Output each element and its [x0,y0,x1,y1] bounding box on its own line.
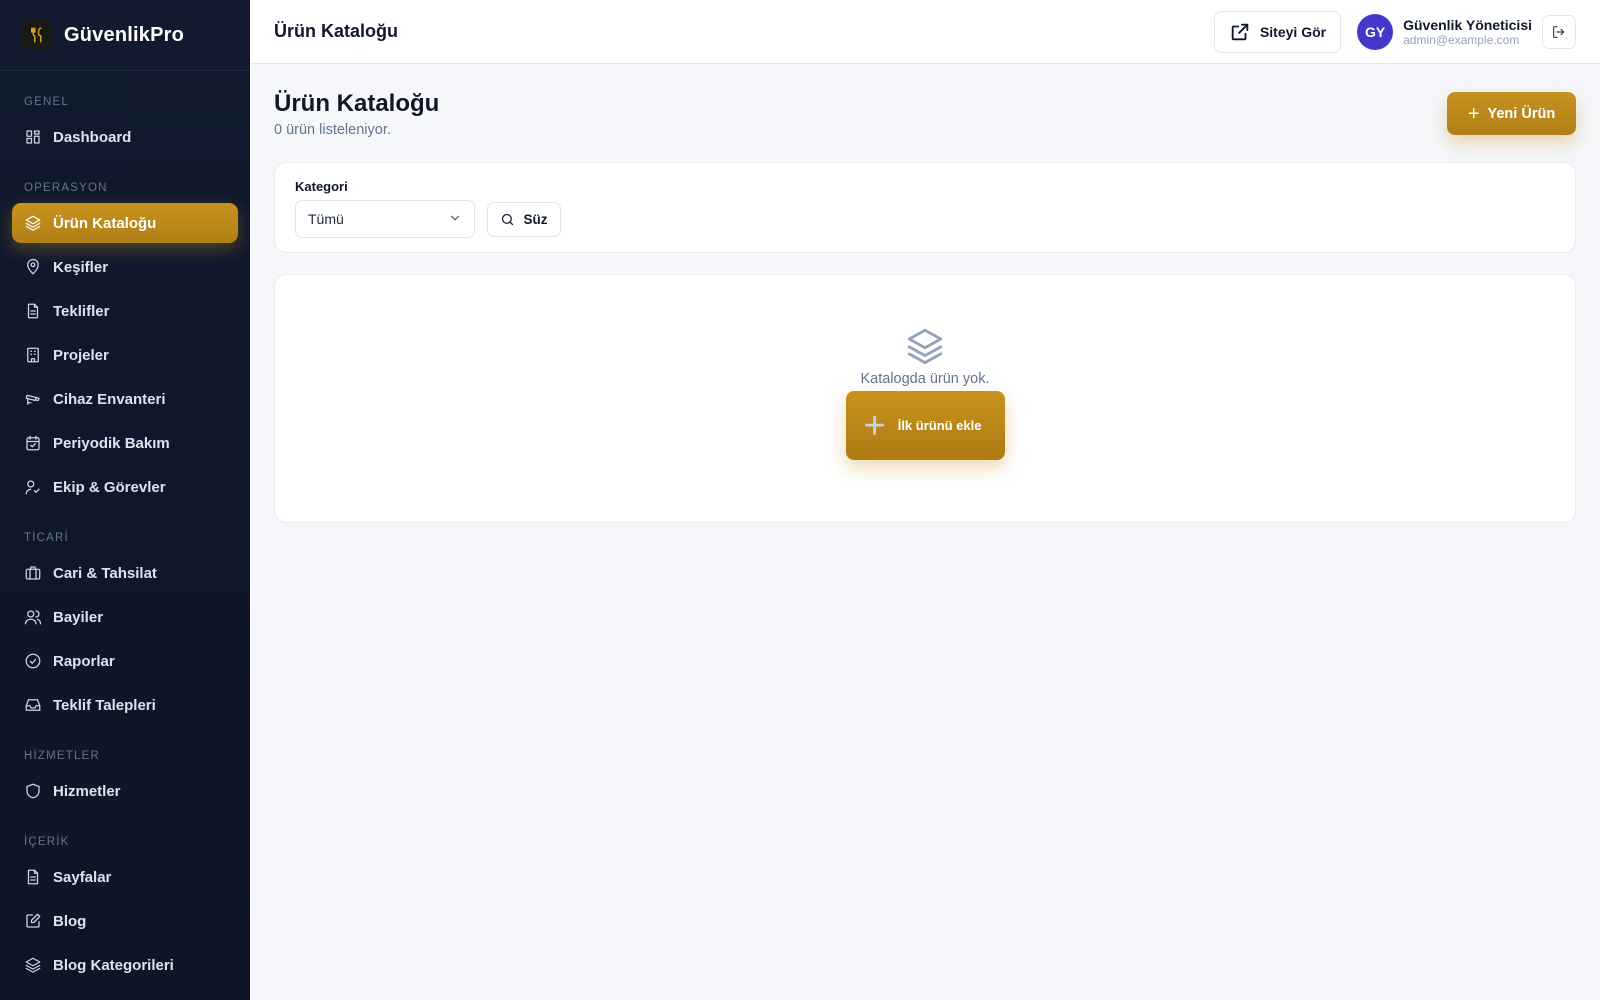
sidebar-item-layers[interactable]: Ürün Kataloğu [12,203,238,243]
page-subtitle: 0 ürün listeleniyor. [274,122,391,138]
sidebar-item-label: Periyodik Bakım [53,434,170,452]
sidebar-item-label: Ürün Kataloğu [53,214,157,232]
external-link-icon [1231,23,1249,40]
sidebar-item-shield[interactable]: Hizmetler [12,771,238,811]
logout-button[interactable] [1542,14,1576,49]
sidebar-item-label: Hizmetler [53,782,121,800]
sidebar-item-label: Bayiler [53,608,104,626]
filter-card: Kategori Tümü Süz [274,162,1576,253]
sidebar-item-image[interactable]: Slider & Banner [12,989,238,1000]
sidebar-item-users[interactable]: Bayiler [12,597,238,637]
sidebar-section-label: TİCARİ [24,532,69,544]
sidebar-item-cctv[interactable]: Cihaz Envanteri [12,379,238,419]
layers-icon [24,214,42,232]
sidebar-item-label: Keşifler [53,258,109,276]
plus-icon: + [1467,102,1480,125]
empty-message: Katalogda ürün yok. [860,371,990,387]
sidebar-item-label: Raporlar [53,652,115,670]
user-name: Güvenlik Yöneticisi [1403,16,1532,33]
add-first-product-label: İlk ürünü ekle [897,418,982,433]
sidebar-section-label: İÇERİK [24,836,70,848]
users-icon [24,608,42,626]
edit-icon [24,912,42,930]
sidebar-item-edit[interactable]: Blog [12,901,238,941]
user-email: admin@example.com [1403,32,1520,47]
new-product-button[interactable]: + Yeni Ürün [1447,92,1576,135]
building-icon [24,346,42,364]
grid-icon [24,128,42,146]
layers-icon [904,325,946,367]
calendar-check-icon [24,434,42,452]
view-site-label: Siteyi Gör [1259,23,1327,40]
filter-button-label: Süz [523,211,548,227]
sidebar-item-inbox[interactable]: Teklif Talepleri [12,685,238,725]
avatar: GY [1357,13,1394,50]
layers-icon [24,956,42,974]
page-title: Ürün Kataloğu [274,90,440,117]
sidebar-item-briefcase[interactable]: Cari & Tahsilat [12,553,238,593]
inbox-icon [24,696,42,714]
sidebar-item-grid[interactable]: Dashboard [12,117,238,157]
add-first-product-button[interactable]: + İlk ürünü ekle [845,391,1005,460]
sidebar-item-label: Cari & Tahsilat [53,564,157,582]
empty-state: Katalogda ürün yok. + İlk ürünü ekle [274,274,1576,523]
sidebar-item-file[interactable]: Sayfalar [12,857,238,897]
sidebar-item-circle-check[interactable]: Raporlar [12,641,238,681]
sidebar-item-label: Cihaz Envanteri [53,390,166,408]
category-selected-value: Tümü [308,211,344,227]
file-icon [24,868,42,886]
file-text-icon [24,302,42,320]
search-icon [502,213,514,225]
category-label: Kategori [295,179,348,194]
sidebar-item-building[interactable]: Projeler [12,335,238,375]
sidebar-section-label: GENEL [24,96,69,108]
topbar: Ürün Kataloğu Siteyi Gör GY Güvenlik Yön… [250,0,1600,64]
sidebar-item-file-text[interactable]: Teklifler [12,291,238,331]
new-product-label: Yeni Ürün [1487,105,1556,122]
utensils-icon [22,20,52,50]
category-select[interactable]: Tümü [295,200,475,238]
view-site-button[interactable]: Siteyi Gör [1213,10,1342,53]
sidebar-item-label: Teklif Talepleri [53,696,156,714]
user-check-icon [24,478,42,496]
sidebar-item-label: Ekip & Görevler [53,478,166,496]
logout-icon [1553,25,1565,38]
sidebar-item-label: Teklifler [53,302,110,320]
sidebar-item-label: Blog [53,912,87,930]
brand[interactable]: GüvenlikPro [0,0,250,71]
sidebar-item-user-check[interactable]: Ekip & Görevler [12,467,238,507]
sidebar-item-label: Projeler [53,346,109,364]
sidebar-item-label: Dashboard [53,128,132,146]
map-pin-icon [24,258,42,276]
sidebar-nav: GENEL Dashboard OPERASYON Ürün Kataloğu Keşi… [0,96,250,1000]
user-menu[interactable]: GY Güvenlik Yöneticisi admin@example.com [1357,13,1532,50]
circle-check-icon [24,652,42,670]
sidebar-item-map-pin[interactable]: Keşifler [12,247,238,287]
main-content: Ürün Kataloğu 0 ürün listeleniyor. + Yen… [274,64,1576,523]
briefcase-icon [24,564,42,582]
sidebar-item-label: Blog Kategorileri [53,956,174,974]
filter-button[interactable]: Süz [487,201,561,237]
sidebar-section-label: HİZMETLER [24,750,100,762]
cctv-icon [24,390,42,408]
plus-icon: + [863,404,886,447]
sidebar-item-label: Sayfalar [53,868,112,886]
chevron-down-icon [448,211,462,228]
shield-icon [24,782,42,800]
sidebar-item-layers[interactable]: Blog Kategorileri [12,945,238,985]
sidebar-item-calendar-check[interactable]: Periyodik Bakım [12,423,238,463]
brand-name: GüvenlikPro [64,23,185,46]
topbar-title: Ürün Kataloğu [274,21,398,41]
sidebar-section-label: OPERASYON [24,182,108,194]
sidebar: GüvenlikPro GENEL Dashboard OPERASYON Ürün … [0,0,250,1000]
